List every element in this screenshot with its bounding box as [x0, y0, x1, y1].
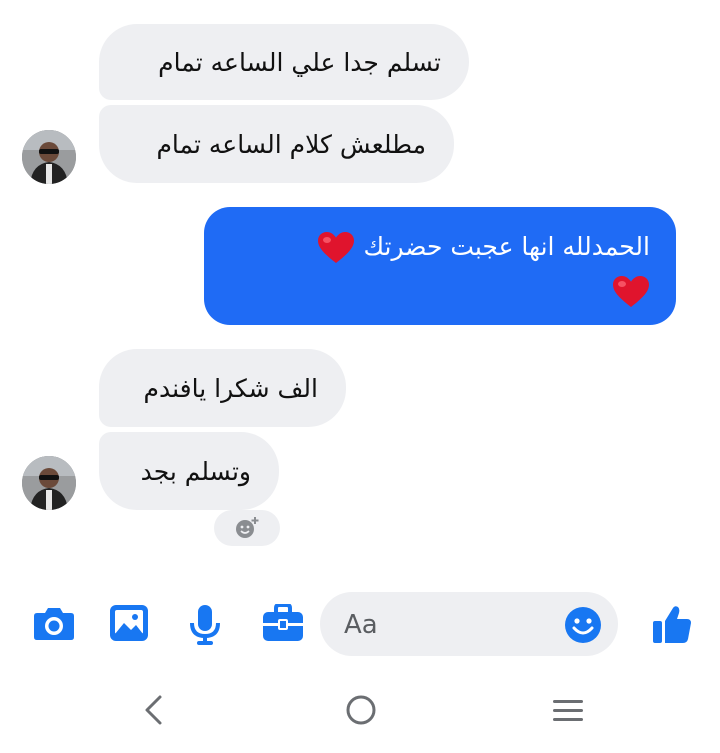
- nav-home-button[interactable]: [343, 690, 379, 734]
- message-composer: [320, 592, 618, 658]
- message-text: وتسلم بجد: [140, 456, 251, 486]
- nav-back-button[interactable]: [140, 690, 166, 734]
- nav-menu-button[interactable]: [551, 690, 585, 734]
- back-icon: [145, 695, 162, 725]
- camera-button[interactable]: [33, 604, 75, 646]
- incoming-message[interactable]: وتسلم بجد: [99, 432, 279, 510]
- briefcase-button[interactable]: [262, 603, 304, 646]
- heart-icon: [613, 276, 649, 307]
- add-reaction-button[interactable]: [214, 510, 280, 546]
- image-icon: [110, 605, 148, 641]
- message-text: الف شكرا يافندم: [143, 373, 319, 403]
- incoming-message[interactable]: تسلم جدا علي الساعه تمام: [99, 24, 469, 100]
- camera-icon: [34, 608, 74, 640]
- gallery-button[interactable]: [109, 604, 149, 646]
- add-reaction-icon: [236, 517, 259, 538]
- microphone-button[interactable]: [189, 604, 221, 650]
- heart-icon: [318, 232, 355, 263]
- home-icon: [346, 695, 376, 725]
- menu-icon: [553, 700, 583, 721]
- avatar-image: [22, 130, 76, 184]
- avatar-image: [22, 456, 76, 510]
- avatar[interactable]: [22, 130, 76, 184]
- incoming-message[interactable]: الف شكرا يافندم: [99, 349, 346, 427]
- like-button[interactable]: [652, 604, 692, 648]
- message-text: مطلعش كلام الساعه تمام: [156, 129, 426, 159]
- briefcase-icon: [263, 603, 303, 641]
- emoji-button[interactable]: [564, 606, 602, 648]
- avatar[interactable]: [22, 456, 76, 510]
- microphone-icon: [190, 605, 220, 645]
- message-text: الحمدلله انها عجبت حضرتك: [363, 232, 650, 261]
- outgoing-message[interactable]: الحمدلله انها عجبت حضرتك: [204, 207, 676, 325]
- smiley-icon: [565, 607, 601, 643]
- thumbs-up-icon: [653, 606, 691, 643]
- incoming-message[interactable]: مطلعش كلام الساعه تمام: [99, 105, 454, 183]
- message-input[interactable]: [342, 592, 566, 658]
- message-text: تسلم جدا علي الساعه تمام: [158, 47, 441, 77]
